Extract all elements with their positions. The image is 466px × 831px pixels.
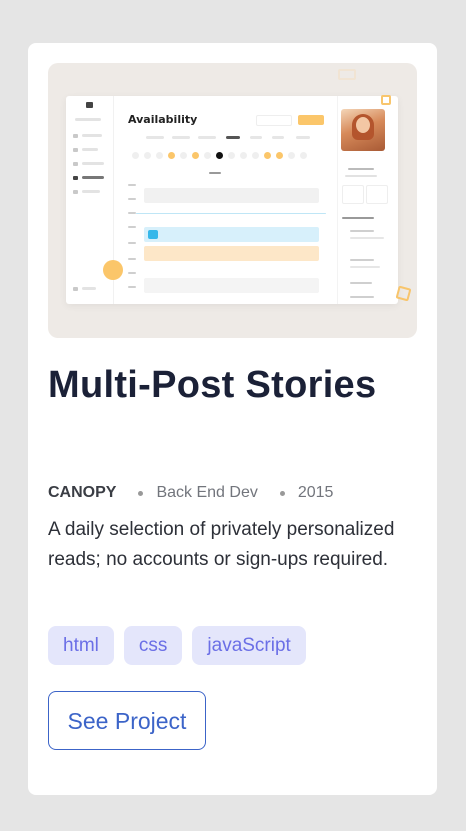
tech-tags: html css javaScript xyxy=(48,626,306,665)
company-name: CANOPY xyxy=(48,484,117,501)
tag-html: html xyxy=(48,626,114,665)
preview-heading: Availability xyxy=(128,113,198,126)
tag-javascript: javaScript xyxy=(192,626,306,665)
year-label: 2015 xyxy=(297,484,334,501)
separator-dot xyxy=(279,490,285,496)
separator-dot xyxy=(138,490,144,496)
role-label: Back End Dev xyxy=(156,484,258,501)
project-preview-image: Availability xyxy=(48,63,417,338)
tag-css: css xyxy=(123,626,183,665)
project-card: Availability Multi-Post Stories CANOPY B… xyxy=(28,43,437,795)
project-description: A daily selection of privately personali… xyxy=(48,519,395,570)
preview-fab xyxy=(103,260,123,280)
see-project-button[interactable]: See Project xyxy=(48,691,206,750)
project-meta: CANOPY Back End Dev 2015 xyxy=(48,483,333,503)
project-title: Multi-Post Stories xyxy=(48,364,377,406)
preview-profile-panel xyxy=(337,96,399,304)
preview-mockup: Availability xyxy=(66,96,398,304)
